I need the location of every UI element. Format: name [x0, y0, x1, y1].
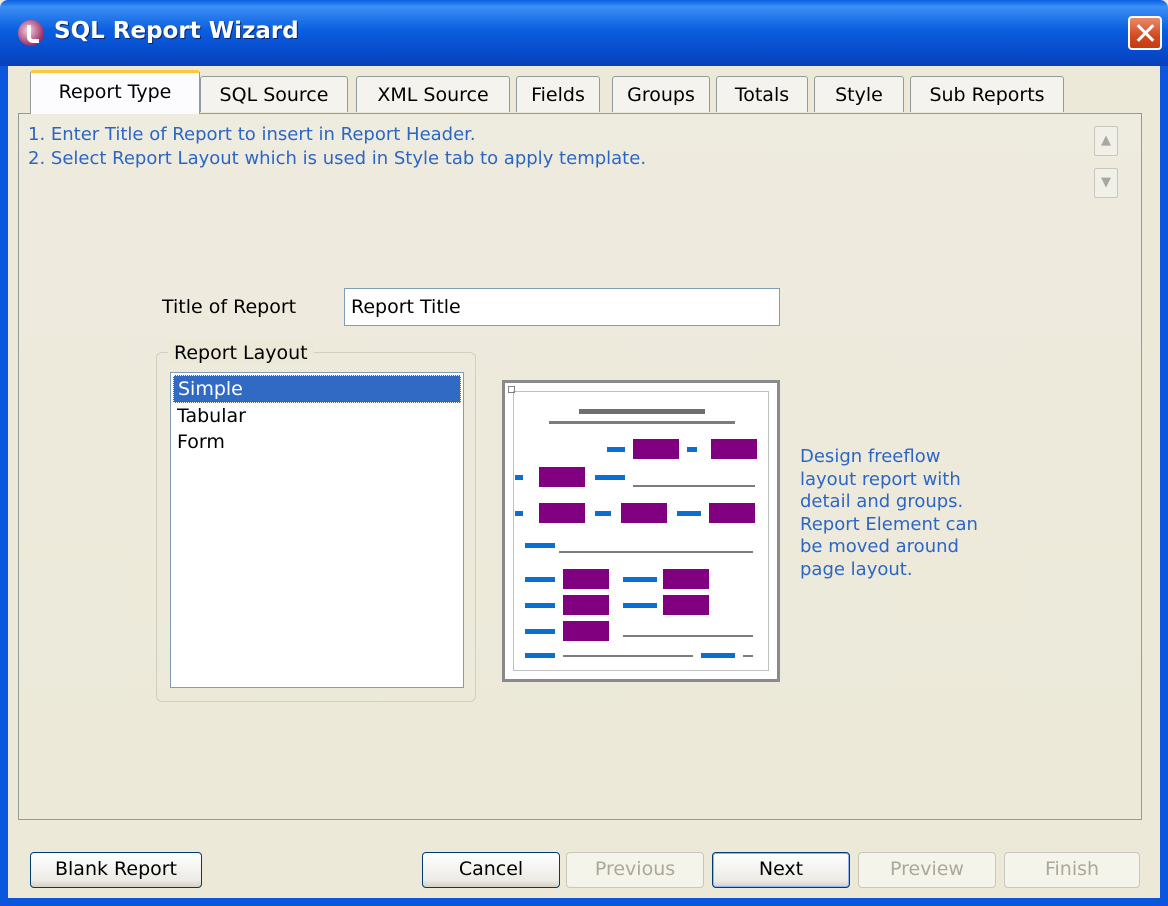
preview-block: [663, 595, 709, 615]
preview-block: [709, 503, 755, 523]
tab-xml-source[interactable]: XML Source: [356, 76, 510, 112]
tab-totals[interactable]: Totals: [716, 76, 808, 112]
report-layout-legend: Report Layout: [168, 342, 314, 364]
title-bar[interactable]: SQL Report Wizard: [0, 0, 1168, 66]
scroll-down-button[interactable]: ▼: [1094, 168, 1118, 198]
cancel-button[interactable]: Cancel: [422, 852, 560, 888]
preview-line: [743, 655, 753, 657]
layout-option-simple[interactable]: Simple: [173, 375, 461, 403]
preview-dash: [525, 629, 555, 634]
tab-fields[interactable]: Fields: [516, 76, 600, 112]
finish-button[interactable]: Finish: [1004, 852, 1140, 888]
preview-dash: [623, 577, 657, 582]
preview-dash: [525, 653, 555, 658]
instruction-line-1: 1. Enter Title of Report to insert in Re…: [28, 124, 476, 145]
layout-preview-image: [502, 380, 780, 682]
preview-dash: [515, 475, 523, 480]
preview-dash: [677, 511, 701, 516]
chevron-down-icon: ▼: [1101, 175, 1111, 190]
preview-corner-marker: [508, 386, 515, 393]
preview-block: [711, 439, 757, 459]
window-title: SQL Report Wizard: [54, 18, 299, 44]
preview-dash: [515, 511, 523, 516]
preview-line: [623, 635, 753, 637]
preview-block: [539, 467, 585, 487]
layout-description: Design freeflow layout report with detai…: [800, 446, 978, 580]
preview-dash: [525, 543, 555, 548]
preview-dash: [607, 447, 625, 452]
tab-style[interactable]: Style: [814, 76, 904, 112]
preview-block: [563, 621, 609, 641]
window-border-left: [0, 66, 8, 906]
preview-title-bar: [579, 409, 705, 414]
previous-button[interactable]: Previous: [566, 852, 704, 888]
preview-line: [559, 551, 753, 553]
preview-block: [563, 569, 609, 589]
close-button[interactable]: [1128, 16, 1162, 50]
preview-dash: [595, 475, 625, 480]
title-of-report-label: Title of Report: [162, 296, 297, 318]
preview-button[interactable]: Preview: [858, 852, 996, 888]
tab-sql-source[interactable]: SQL Source: [200, 76, 348, 112]
preview-dash: [623, 603, 657, 608]
preview-title-underline: [549, 421, 735, 424]
window-border-bottom: [0, 898, 1168, 906]
tab-sub-reports[interactable]: Sub Reports: [910, 76, 1064, 112]
tab-groups[interactable]: Groups: [612, 76, 710, 112]
layout-option-form[interactable]: Form: [171, 429, 463, 455]
preview-dash: [595, 511, 611, 516]
tab-report-type[interactable]: Report Type: [30, 70, 200, 114]
preview-block: [633, 439, 679, 459]
scroll-up-button[interactable]: ▲: [1094, 126, 1118, 156]
report-layout-listbox[interactable]: Simple Tabular Form: [170, 372, 464, 688]
window-border-right: [1160, 66, 1168, 906]
next-button[interactable]: Next: [712, 852, 850, 888]
preview-dash: [701, 653, 735, 658]
preview-dash: [525, 603, 555, 608]
preview-line: [563, 655, 693, 657]
preview-block: [563, 595, 609, 615]
preview-dash: [687, 447, 697, 452]
wizard-window: SQL Report Wizard Report Type SQL Source…: [0, 0, 1168, 906]
title-of-report-input[interactable]: [344, 288, 780, 326]
preview-block: [621, 503, 667, 523]
instruction-line-2: 2. Select Report Layout which is used in…: [28, 148, 647, 169]
blank-report-button[interactable]: Blank Report: [30, 852, 202, 888]
layout-option-tabular[interactable]: Tabular: [171, 403, 463, 429]
chevron-up-icon: ▲: [1101, 133, 1111, 148]
app-icon: [18, 20, 44, 46]
preview-block: [663, 569, 709, 589]
preview-line: [633, 485, 755, 487]
preview-dash: [525, 577, 555, 582]
preview-block: [539, 503, 585, 523]
